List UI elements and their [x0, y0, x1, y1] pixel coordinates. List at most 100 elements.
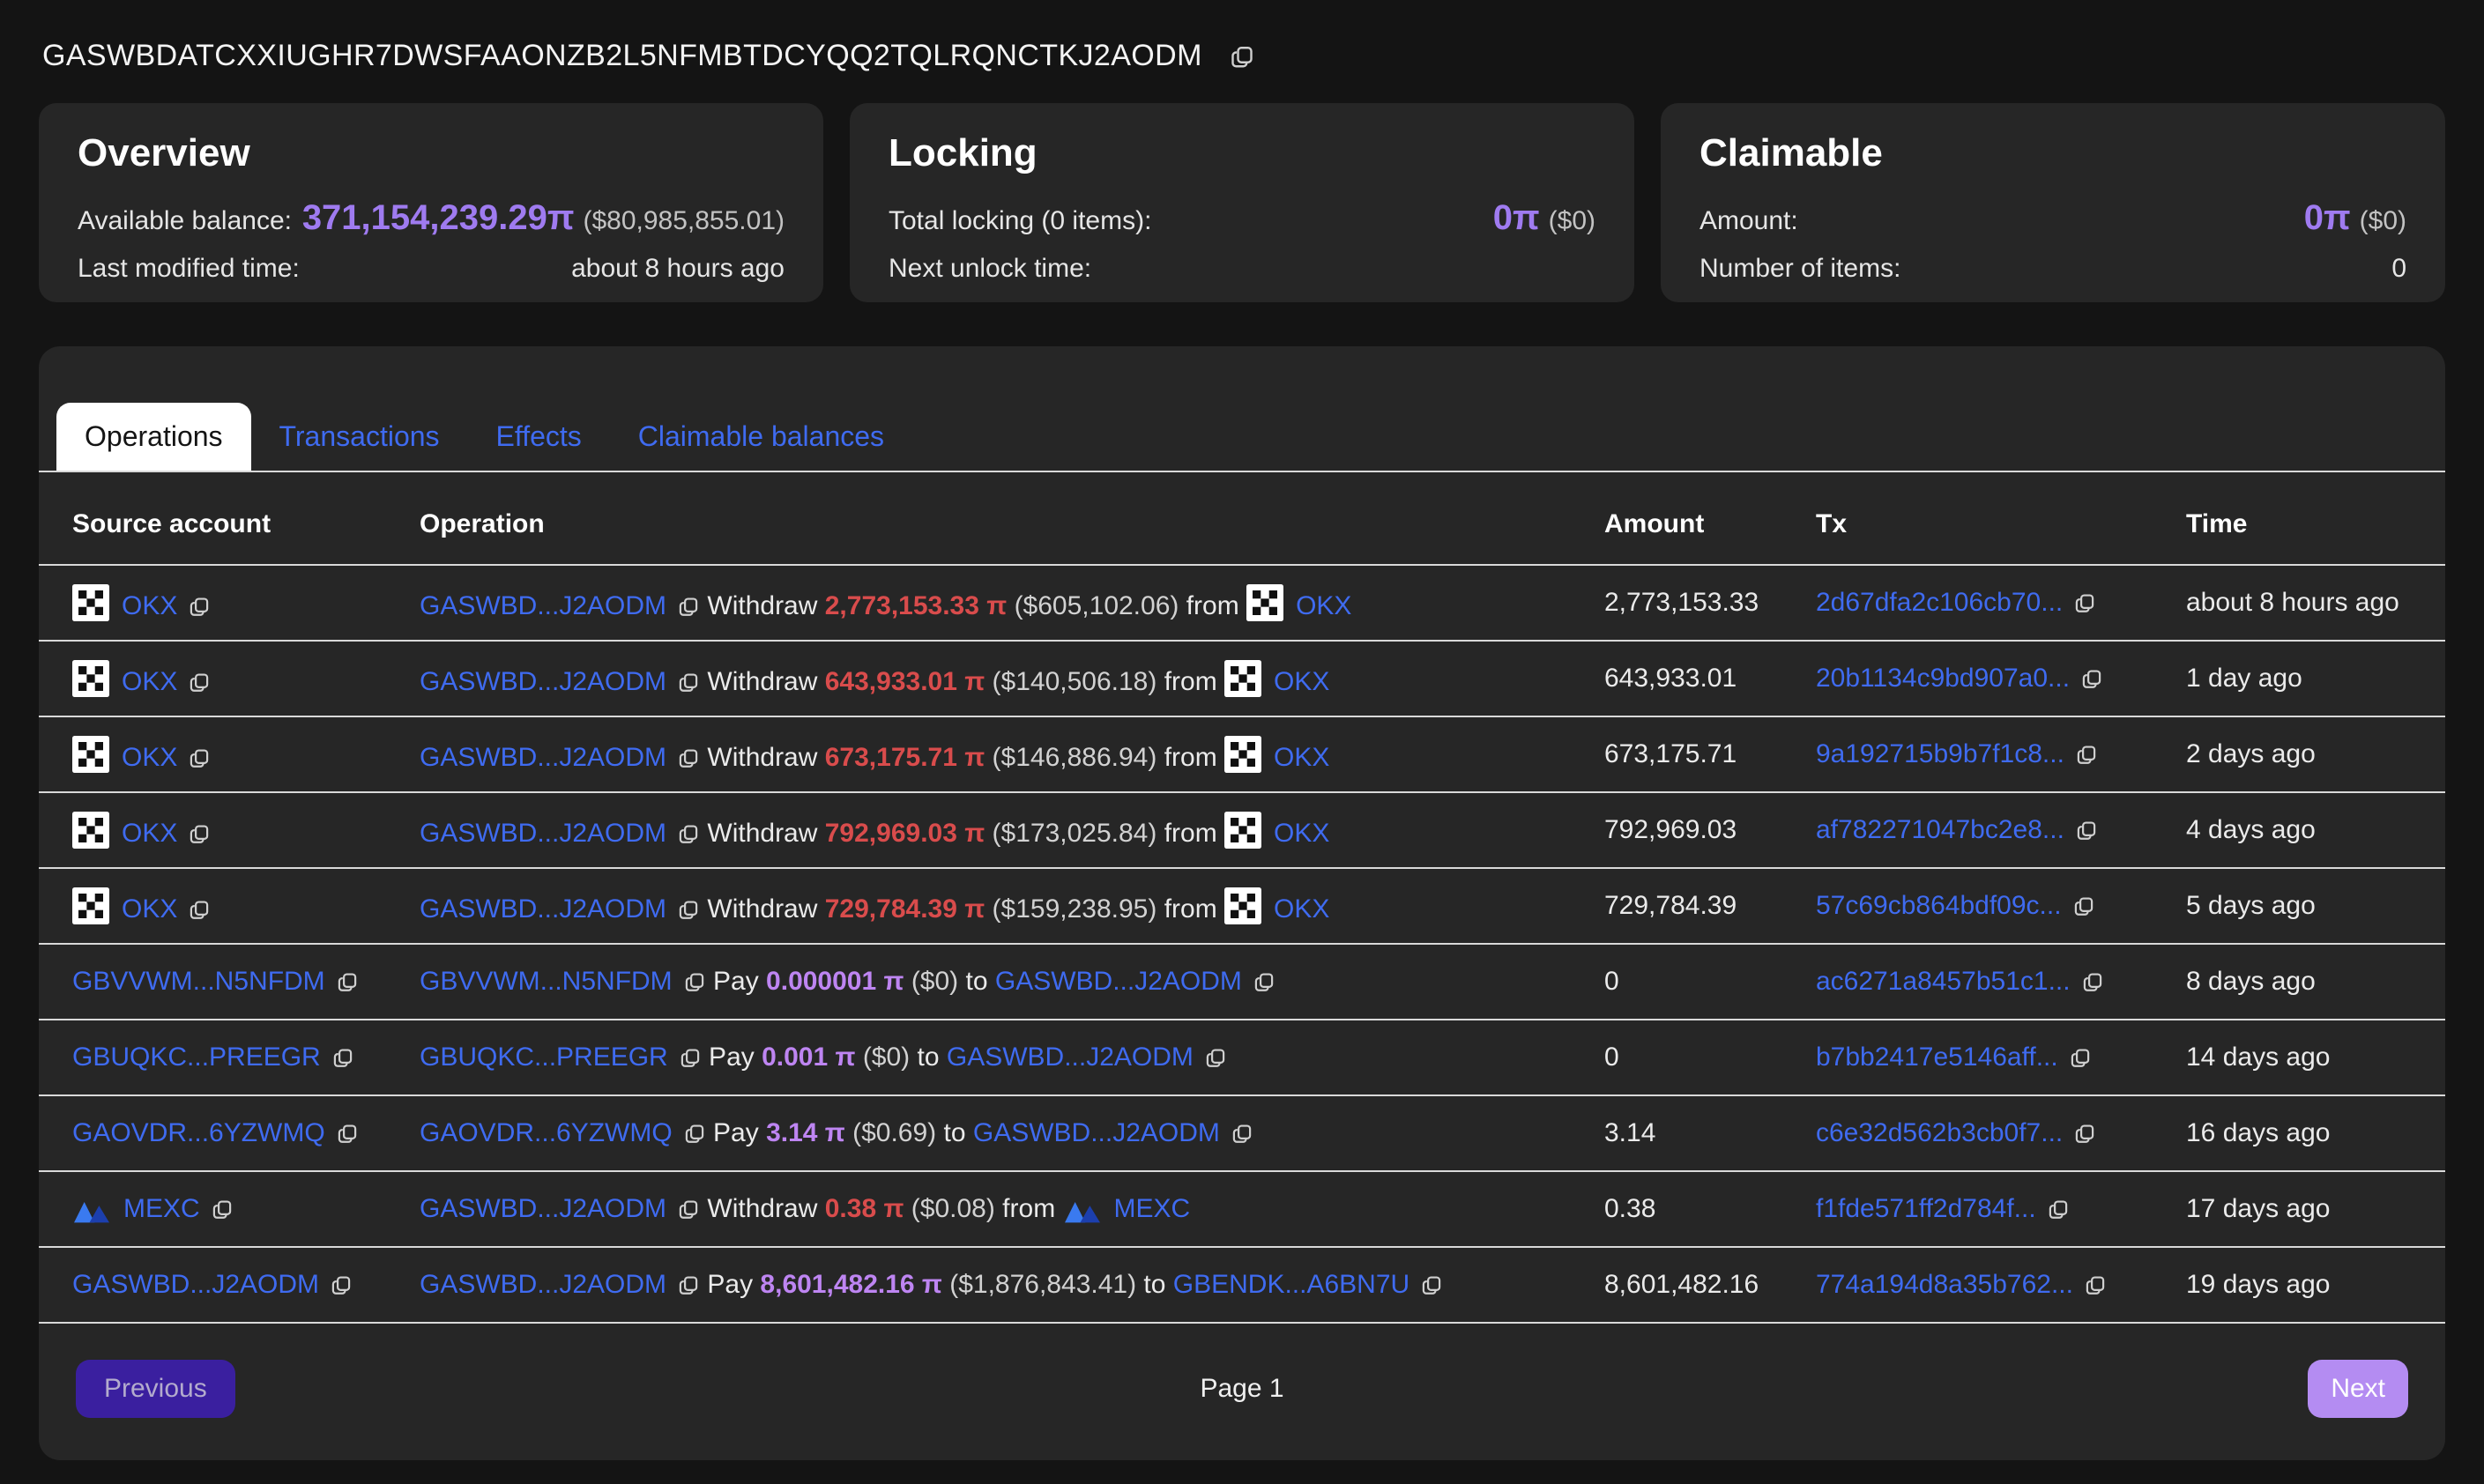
operation-cell: GBUQKC...PREEGR Pay 0.001 π ($0) to GASW… — [420, 1043, 1604, 1072]
previous-button[interactable]: Previous — [76, 1360, 235, 1418]
tab-effects[interactable]: Effects — [468, 403, 610, 471]
operation-target-link[interactable]: OKX — [1274, 819, 1329, 848]
copy-icon[interactable] — [188, 746, 211, 769]
operation-account-link[interactable]: GASWBD...J2AODM — [420, 667, 666, 696]
copy-icon[interactable] — [2081, 970, 2104, 993]
copy-icon[interactable] — [679, 1046, 702, 1069]
tab-transactions[interactable]: Transactions — [251, 403, 468, 471]
operation-target-link[interactable]: OKX — [1274, 894, 1329, 924]
copy-icon[interactable] — [677, 898, 700, 921]
copy-icon[interactable] — [1229, 43, 1255, 70]
copy-icon[interactable] — [677, 595, 700, 618]
copy-icon[interactable] — [2069, 1046, 2092, 1069]
operation-account-link[interactable]: GASWBD...J2AODM — [420, 743, 666, 772]
tx-link[interactable]: 20b1134c9bd907a0... — [1816, 664, 2070, 693]
operation-account-link[interactable]: GAOVDR...6YZWMQ — [420, 1118, 673, 1147]
copy-icon[interactable] — [2075, 819, 2098, 842]
table-row: MEXCGASWBD...J2AODM Withdraw 0.38 π ($0.… — [39, 1172, 2445, 1248]
okx-icon — [1246, 584, 1283, 621]
source-account-link[interactable]: GASWBD...J2AODM — [72, 1270, 319, 1299]
source-cell: OKX — [72, 736, 420, 773]
copy-icon[interactable] — [188, 595, 211, 618]
tx-link[interactable]: f1fde571ff2d784f... — [1816, 1194, 2036, 1223]
source-account-link[interactable]: OKX — [122, 591, 177, 620]
time-cell: 16 days ago — [2186, 1118, 2428, 1148]
source-cell: OKX — [72, 812, 420, 849]
source-account-link[interactable]: GBUQKC...PREEGR — [72, 1043, 321, 1072]
copy-icon[interactable] — [1231, 1122, 1253, 1145]
copy-icon[interactable] — [2047, 1198, 2070, 1221]
tx-link[interactable]: ac6271a8457b51c1... — [1816, 967, 2071, 996]
operation-target-link[interactable]: GASWBD...J2AODM — [995, 967, 1242, 996]
copy-icon[interactable] — [1420, 1273, 1443, 1296]
tx-cell: f1fde571ff2d784f... — [1816, 1194, 2186, 1224]
copy-icon[interactable] — [2084, 1273, 2107, 1296]
operation-amount: 0.000001 π — [766, 967, 904, 996]
copy-icon[interactable] — [331, 1046, 354, 1069]
table-row: GAOVDR...6YZWMQGAOVDR...6YZWMQ Pay 3.14 … — [39, 1096, 2445, 1172]
copy-icon[interactable] — [1253, 970, 1275, 993]
copy-icon[interactable] — [683, 970, 706, 993]
pagination: Previous Page 1 Next — [76, 1359, 2408, 1419]
operation-target-link[interactable]: GASWBD...J2AODM — [973, 1118, 1220, 1147]
operation-target-link[interactable]: GBENDK...A6BN7U — [1173, 1270, 1409, 1299]
operation-account-link[interactable]: GASWBD...J2AODM — [420, 1270, 666, 1299]
copy-icon[interactable] — [188, 671, 211, 694]
operation-cell: GASWBD...J2AODM Withdraw 792,969.03 π ($… — [420, 812, 1604, 849]
tx-link[interactable]: 774a194d8a35b762... — [1816, 1270, 2073, 1299]
source-account-link[interactable]: OKX — [122, 894, 177, 924]
operation-account-link[interactable]: GBUQKC...PREEGR — [420, 1043, 668, 1072]
copy-icon[interactable] — [188, 822, 211, 845]
copy-icon[interactable] — [336, 970, 359, 993]
copy-icon[interactable] — [683, 1122, 706, 1145]
operation-target-link[interactable]: OKX — [1274, 743, 1329, 772]
next-button[interactable]: Next — [2308, 1360, 2408, 1418]
tx-link[interactable]: 2d67dfa2c106cb70... — [1816, 588, 2063, 617]
source-account-link[interactable]: OKX — [122, 667, 177, 696]
copy-icon[interactable] — [677, 1273, 700, 1296]
copy-icon[interactable] — [211, 1198, 234, 1221]
tx-link[interactable]: 57c69cb864bdf09c... — [1816, 891, 2062, 920]
source-cell: GASWBD...J2AODM — [72, 1270, 420, 1300]
copy-icon[interactable] — [2073, 591, 2096, 614]
copy-icon[interactable] — [330, 1273, 353, 1296]
copy-icon[interactable] — [2075, 743, 2098, 766]
operation-account-link[interactable]: GASWBD...J2AODM — [420, 1194, 666, 1223]
operation-account-link[interactable]: GASWBD...J2AODM — [420, 819, 666, 848]
copy-icon[interactable] — [677, 822, 700, 845]
operation-target-link[interactable]: OKX — [1296, 591, 1351, 620]
tx-link[interactable]: 9a192715b9b7f1c8... — [1816, 739, 2064, 768]
operation-usd: ($1,876,843.41) — [942, 1270, 1136, 1299]
operation-account-link[interactable]: GASWBD...J2AODM — [420, 894, 666, 924]
tab-claimable-balances[interactable]: Claimable balances — [610, 403, 912, 471]
time-cell: 2 days ago — [2186, 739, 2428, 769]
copy-icon[interactable] — [188, 898, 211, 921]
copy-icon[interactable] — [2080, 667, 2103, 690]
source-account-link[interactable]: GBVVWM...N5NFDM — [72, 967, 325, 996]
tx-cell: 2d67dfa2c106cb70... — [1816, 588, 2186, 618]
tab-operations[interactable]: Operations — [56, 403, 251, 471]
source-account-link[interactable]: MEXC — [123, 1194, 200, 1223]
copy-icon[interactable] — [1204, 1046, 1227, 1069]
amount-cell: 792,969.03 — [1604, 815, 1816, 845]
source-account-link[interactable]: OKX — [122, 819, 177, 848]
tx-link[interactable]: af782271047bc2e8... — [1816, 815, 2064, 844]
tx-link[interactable]: c6e32d562b3cb0f7... — [1816, 1118, 2063, 1147]
copy-icon[interactable] — [336, 1122, 359, 1145]
operation-target-link[interactable]: GASWBD...J2AODM — [947, 1043, 1194, 1072]
copy-icon[interactable] — [677, 1198, 700, 1221]
col-header-tx: Tx — [1816, 509, 2186, 539]
operation-account-link[interactable]: GBVVWM...N5NFDM — [420, 967, 673, 996]
source-account-link[interactable]: OKX — [122, 743, 177, 772]
tx-link[interactable]: b7bb2417e5146aff... — [1816, 1043, 2058, 1072]
operation-usd: ($146,886.94) — [985, 743, 1156, 772]
operation-target-link[interactable]: OKX — [1274, 667, 1329, 696]
copy-icon[interactable] — [2073, 1122, 2096, 1145]
mexc-icon — [72, 1198, 111, 1224]
copy-icon[interactable] — [677, 671, 700, 694]
operation-target-link[interactable]: MEXC — [1114, 1194, 1191, 1223]
copy-icon[interactable] — [677, 746, 700, 769]
operation-account-link[interactable]: GASWBD...J2AODM — [420, 591, 666, 620]
source-account-link[interactable]: GAOVDR...6YZWMQ — [72, 1118, 325, 1147]
copy-icon[interactable] — [2072, 894, 2095, 917]
